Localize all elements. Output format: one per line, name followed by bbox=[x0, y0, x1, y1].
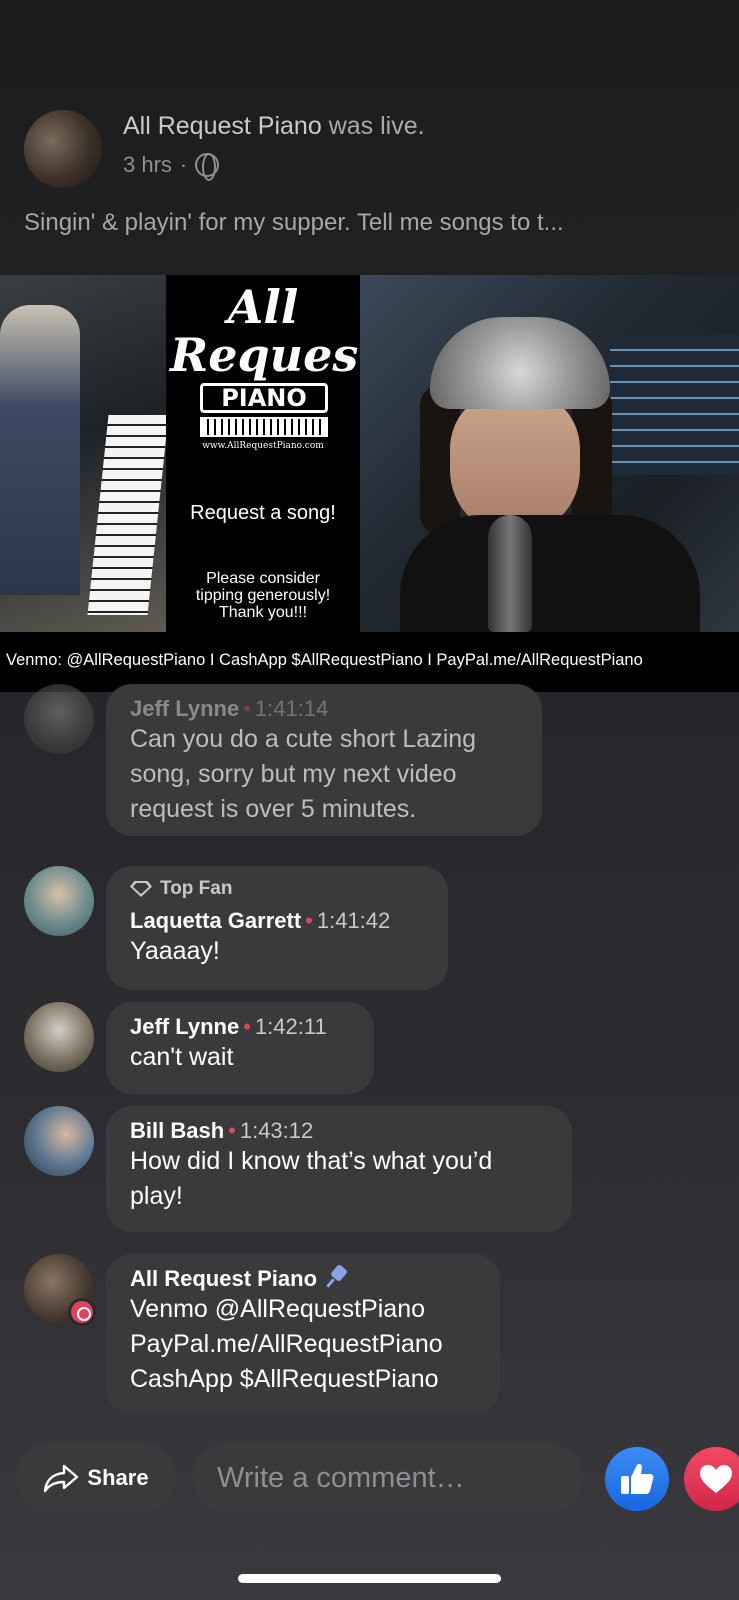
dot-separator: • bbox=[305, 908, 313, 933]
tip-line1: Please consider bbox=[206, 570, 320, 587]
performer-face bbox=[450, 393, 580, 533]
comment-text: Can you do a cute short Lazing song, sor… bbox=[130, 725, 477, 823]
commenter-name[interactable]: Bill Bash bbox=[130, 1118, 224, 1143]
commenter-avatar[interactable] bbox=[24, 1106, 94, 1176]
comment-item: Bill Bash • 1:43:12 How did I know that’s … bbox=[24, 1106, 724, 1232]
heart-icon bbox=[700, 1465, 732, 1493]
home-indicator[interactable] bbox=[238, 1574, 501, 1583]
request-text: Request a song! bbox=[190, 502, 336, 524]
commenter-name-line: Jeff Lynne • 1:41:14 bbox=[130, 696, 518, 722]
author-name[interactable]: All Request Piano bbox=[123, 112, 322, 140]
commenter-name[interactable]: Laquetta Garrett bbox=[130, 908, 301, 933]
pin-icon bbox=[327, 1266, 349, 1288]
synth-rack bbox=[610, 335, 739, 475]
commenter-name-line: Jeff Lynne • 1:42:11 bbox=[130, 1014, 350, 1040]
comment-text: How did I know that’s what you’d play! bbox=[130, 1147, 493, 1210]
logo-piano: PIANO bbox=[200, 383, 328, 413]
post-header: All Request Piano was live. 3 hrs · bbox=[24, 110, 724, 190]
bottom-action-bar: Share bbox=[16, 1443, 739, 1515]
comment-bubble[interactable]: All Request Piano Venmo @AllRequestPiano… bbox=[106, 1254, 500, 1414]
top-fan-badge: Top Fan bbox=[130, 878, 424, 900]
author-avatar[interactable] bbox=[24, 110, 102, 188]
top-fan-label: Top Fan bbox=[160, 878, 233, 899]
commenter-name[interactable]: All Request Piano bbox=[130, 1266, 317, 1291]
pianist-figure bbox=[0, 305, 80, 595]
payment-banner: Venmo: @AllRequestPiano I CashApp $AllRe… bbox=[0, 632, 739, 692]
like-reaction-button[interactable] bbox=[605, 1447, 669, 1511]
share-label: Share bbox=[87, 1465, 149, 1490]
logo-script: All Request bbox=[170, 280, 380, 382]
video-panel-performer bbox=[360, 275, 739, 645]
page-avatar[interactable] bbox=[24, 1254, 96, 1326]
comment-bubble[interactable]: Jeff Lynne • 1:42:11 can't wait bbox=[106, 1002, 374, 1094]
paisley-cap bbox=[430, 317, 610, 409]
comment-item: Jeff Lynne • 1:41:14 Can you do a cute sho… bbox=[24, 684, 724, 837]
comment-bubble[interactable]: Bill Bash • 1:43:12 How did I know that’s … bbox=[106, 1106, 572, 1232]
meta-separator: · bbox=[179, 152, 188, 177]
comment-input[interactable] bbox=[193, 1443, 583, 1513]
post-time[interactable]: 3 hrs bbox=[123, 152, 172, 178]
comment-item: Top Fan Laquetta Garrett • 1:41:42 Yaaaay! bbox=[24, 866, 724, 990]
comment-time: 1:43:12 bbox=[239, 1118, 314, 1143]
commenter-avatar[interactable] bbox=[24, 684, 94, 754]
comment-item-pinned: All Request Piano Venmo @AllRequestPiano… bbox=[24, 1254, 724, 1414]
pinned-line-paypal: PayPal.me/AllRequestPiano bbox=[130, 1330, 443, 1358]
dot-separator: • bbox=[228, 1118, 236, 1143]
thumbs-up-icon bbox=[621, 1463, 654, 1494]
share-button[interactable]: Share bbox=[16, 1443, 176, 1513]
performer-shirt bbox=[400, 515, 700, 645]
dot-separator: • bbox=[243, 1014, 251, 1039]
logo-line1: All bbox=[227, 280, 299, 334]
globe-icon bbox=[195, 153, 220, 181]
comment-text: Venmo @AllRequestPiano PayPal.me/AllRequ… bbox=[130, 1292, 476, 1397]
share-icon bbox=[43, 1463, 79, 1493]
commenter-name[interactable]: Jeff Lynne bbox=[130, 1014, 239, 1039]
dot-separator: • bbox=[243, 696, 251, 721]
diamond-icon bbox=[130, 881, 152, 897]
microphone bbox=[488, 515, 532, 632]
post-title: All Request Piano was live. bbox=[123, 112, 425, 141]
comment-text: can't wait bbox=[130, 1043, 234, 1071]
pinned-line-venmo: Venmo @AllRequestPiano bbox=[130, 1295, 425, 1323]
pinned-line-cashapp: CashApp $AllRequestPiano bbox=[130, 1365, 439, 1393]
commenter-name-line: Laquetta Garrett • 1:41:42 bbox=[130, 908, 424, 934]
video-panel-piano bbox=[0, 275, 169, 632]
live-broadcast-icon bbox=[68, 1298, 96, 1326]
tip-line3: Thank you!!! bbox=[218, 604, 308, 621]
comment-item: Jeff Lynne • 1:42:11 can't wait bbox=[24, 1002, 724, 1094]
love-reaction-button[interactable] bbox=[684, 1447, 739, 1511]
logo-url: www.AllRequestPiano.com bbox=[202, 441, 324, 451]
commenter-name-line: All Request Piano bbox=[130, 1266, 476, 1292]
commenter-avatar[interactable] bbox=[24, 1002, 94, 1072]
post-meta: 3 hrs · bbox=[123, 152, 220, 181]
tip-line2: tipping generously! bbox=[195, 587, 331, 604]
commenter-name-line: Bill Bash • 1:43:12 bbox=[130, 1118, 548, 1144]
logo-line2: Request bbox=[170, 328, 380, 382]
commenter-name[interactable]: Jeff Lynne bbox=[130, 696, 239, 721]
live-video[interactable]: All Request PIANO www.AllRequestPiano.co… bbox=[0, 275, 739, 692]
comment-time: 1:42:11 bbox=[254, 1014, 327, 1039]
comment-text: Yaaaay! bbox=[130, 937, 220, 965]
logo-keys bbox=[200, 417, 328, 437]
comment-bubble[interactable]: Top Fan Laquetta Garrett • 1:41:42 Yaaaay! bbox=[106, 866, 448, 990]
piano-keys bbox=[87, 415, 169, 615]
comment-bubble[interactable]: Jeff Lynne • 1:41:14 Can you do a cute sho… bbox=[106, 684, 542, 836]
post-caption[interactable]: Singin' & playin' for my supper. Tell me… bbox=[24, 209, 564, 237]
all-request-piano-logo: All Request PIANO www.AllRequestPiano.co… bbox=[170, 280, 380, 458]
commenter-avatar[interactable] bbox=[24, 866, 94, 936]
comment-time: 1:41:42 bbox=[316, 908, 391, 933]
tip-text: Please consider tipping generously! Than… bbox=[170, 570, 356, 621]
comment-time: 1:41:14 bbox=[254, 696, 329, 721]
live-status: was live. bbox=[328, 112, 425, 140]
